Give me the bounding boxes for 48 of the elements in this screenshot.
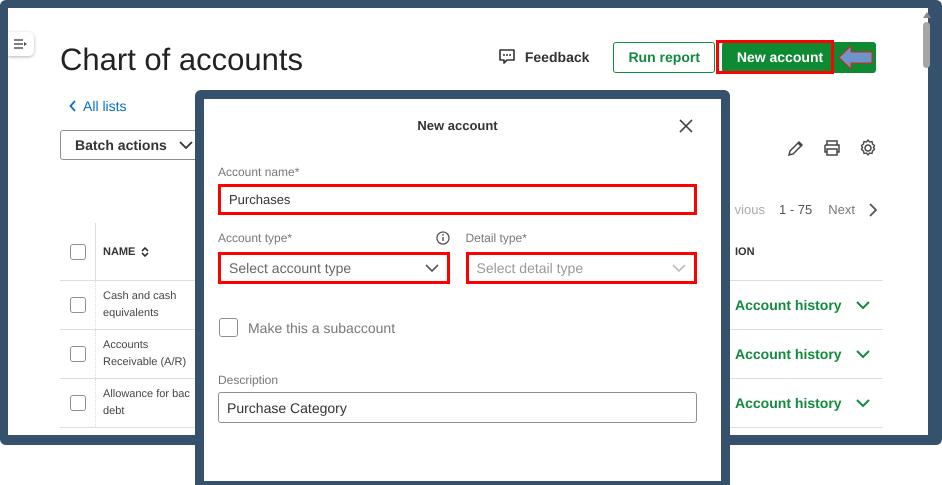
chevron-down-icon (672, 264, 686, 272)
arrow-drawing (836, 42, 876, 73)
feedback-icon (496, 47, 517, 67)
subaccount-checkbox[interactable] (219, 318, 238, 337)
sort-icon[interactable] (141, 246, 150, 258)
scroll-up-icon[interactable] (922, 12, 930, 18)
description-field[interactable]: Purchase Category (218, 392, 697, 423)
field-label: Detail type* (466, 231, 527, 245)
checkbox-label: Make this a subaccount (248, 320, 396, 336)
next-link[interactable]: Next (828, 202, 855, 217)
printer-icon[interactable] (822, 138, 842, 158)
account-history-link[interactable]: Account history (735, 346, 842, 362)
edit-icon[interactable] (786, 138, 806, 158)
table-cell-text: Accounts Receivable (A/R) (103, 338, 186, 370)
settings-icon[interactable] (858, 138, 878, 158)
row-checkbox[interactable] (70, 297, 86, 313)
sidebar-toggle[interactable] (8, 32, 34, 56)
field-label: Account type* (218, 231, 292, 245)
field-label: Description (218, 373, 280, 387)
account-history-link[interactable]: Account history (735, 297, 842, 313)
chevron-down-icon[interactable] (856, 398, 870, 408)
feedback-link[interactable]: Feedback (524, 49, 590, 65)
close-icon[interactable] (679, 119, 693, 133)
select-all-checkbox[interactable] (70, 244, 86, 260)
account-history-link[interactable]: Account history (735, 395, 842, 411)
dialog-title: New account (417, 118, 498, 132)
scrollbar-thumb[interactable] (923, 22, 930, 68)
row-checkbox[interactable] (70, 346, 86, 362)
chevron-down-icon[interactable] (856, 350, 870, 358)
page-range: 1 - 75 (779, 202, 812, 217)
run-report-button[interactable]: Run report (613, 42, 715, 72)
chevron-right-icon[interactable] (869, 202, 878, 216)
field-label: Account name* (218, 165, 300, 179)
page-title: Chart of accounts (60, 42, 303, 78)
account-type-dropdown[interactable]: Select account type (218, 252, 450, 284)
account-name-field[interactable]: Purchases (218, 184, 697, 215)
row-checkbox[interactable] (70, 395, 86, 411)
menu-icon (14, 39, 28, 49)
chevron-down-icon[interactable] (856, 300, 870, 310)
chevron-left-icon[interactable] (69, 100, 77, 112)
column-header[interactable]: ION (735, 246, 755, 258)
table-cell-text: Cash and cash equivalents (103, 289, 176, 321)
chevron-down-icon (178, 140, 193, 150)
all-lists-link[interactable]: All lists (83, 98, 127, 114)
info-icon[interactable] (436, 231, 450, 245)
chevron-down-icon (424, 264, 438, 272)
column-header[interactable]: NAME (103, 246, 136, 258)
table-cell-text: Allowance for bac debt (103, 387, 190, 419)
